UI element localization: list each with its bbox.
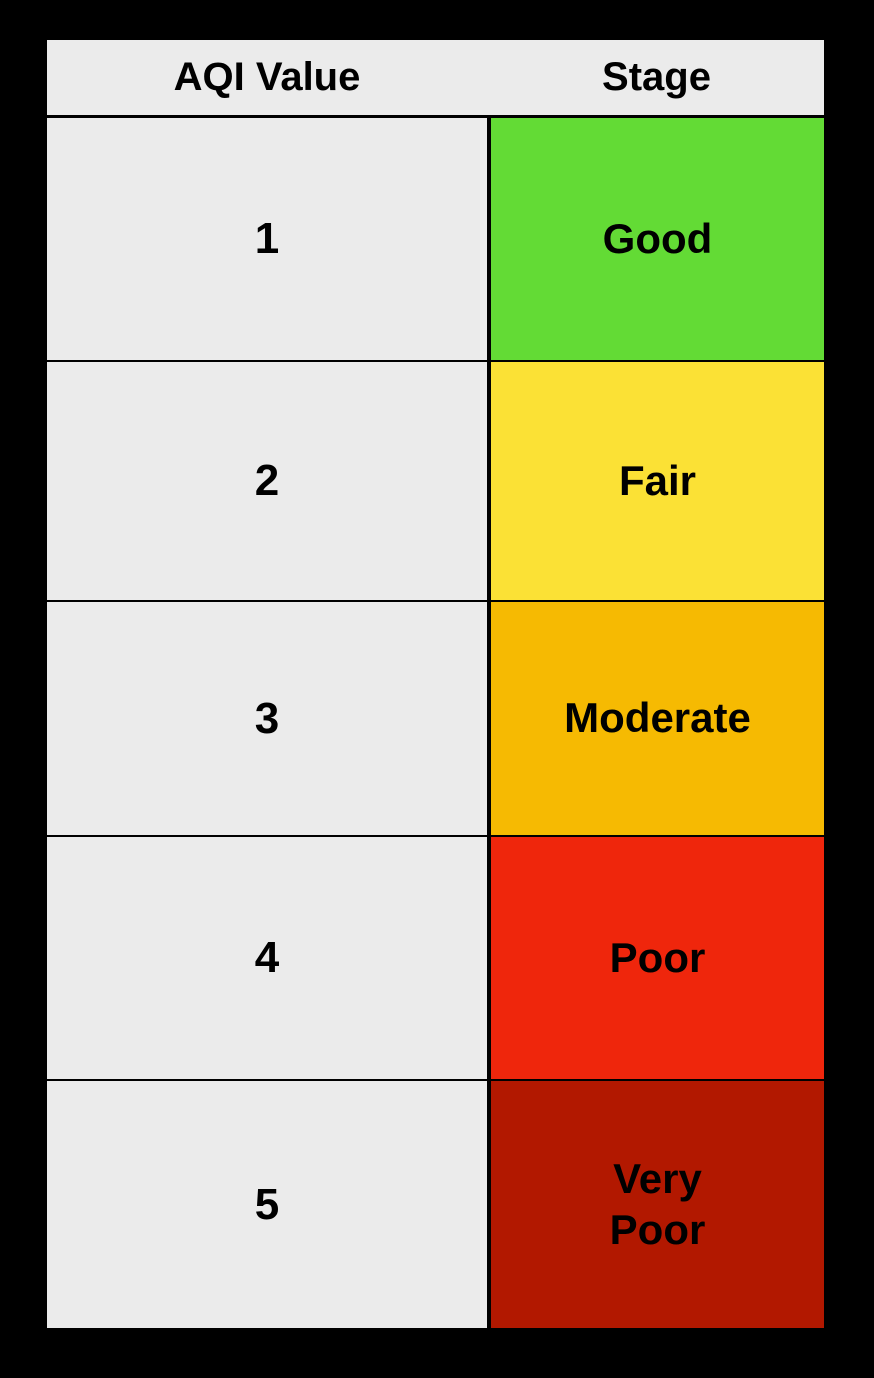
stage-cell: Fair [491,362,824,600]
aqi-value-cell: 3 [47,602,487,835]
header-stage: Stage [602,55,711,99]
stage-cell: Very Poor [491,1081,824,1328]
table-row: 1 Good [45,118,826,360]
aqi-table: AQI Value Stage 1 Good 2 Fair 3 Moderate… [45,38,826,1330]
stage-cell: Good [491,118,824,360]
table-row: 5 Very Poor [45,1081,826,1328]
aqi-value-cell: 2 [47,362,487,600]
aqi-value-cell: 1 [47,118,487,360]
stage-cell: Poor [491,837,824,1079]
table-header-row: AQI Value Stage [47,40,824,115]
table-row: 4 Poor [45,837,826,1079]
table-row: 3 Moderate [45,602,826,835]
aqi-value-cell: 5 [47,1081,487,1328]
header-aqi-value: AQI Value [173,55,361,99]
stage-cell: Moderate [491,602,824,835]
table-row: 2 Fair [45,362,826,600]
aqi-value-cell: 4 [47,837,487,1079]
